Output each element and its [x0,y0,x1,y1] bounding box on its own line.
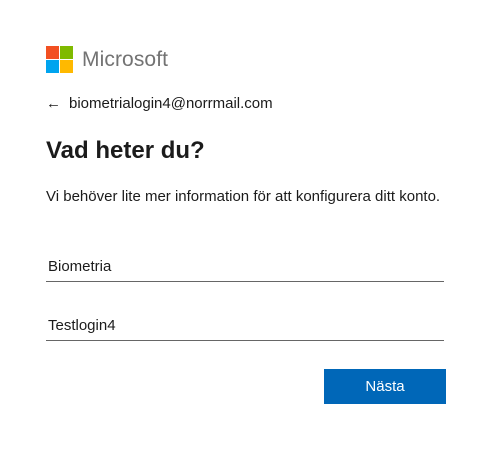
brand-name: Microsoft [82,47,169,71]
logo-square-blue [46,60,59,73]
last-name-input[interactable] [46,311,444,341]
logo-square-yellow [60,60,73,73]
page-description: Vi behöver lite mer information för att … [46,188,441,205]
microsoft-logo-icon [46,46,73,73]
account-email: biometrialogin4@norrmail.com [69,95,273,112]
arrow-left-icon[interactable]: ← [46,95,61,112]
next-button[interactable]: Nästa [324,369,446,404]
logo-square-red [46,46,59,59]
microsoft-logo: Microsoft [46,46,168,73]
logo-square-green [60,46,73,59]
first-name-input[interactable] [46,252,444,282]
page-title: Vad heter du? [46,137,205,164]
identity-row: ← biometrialogin4@norrmail.com [46,95,273,112]
